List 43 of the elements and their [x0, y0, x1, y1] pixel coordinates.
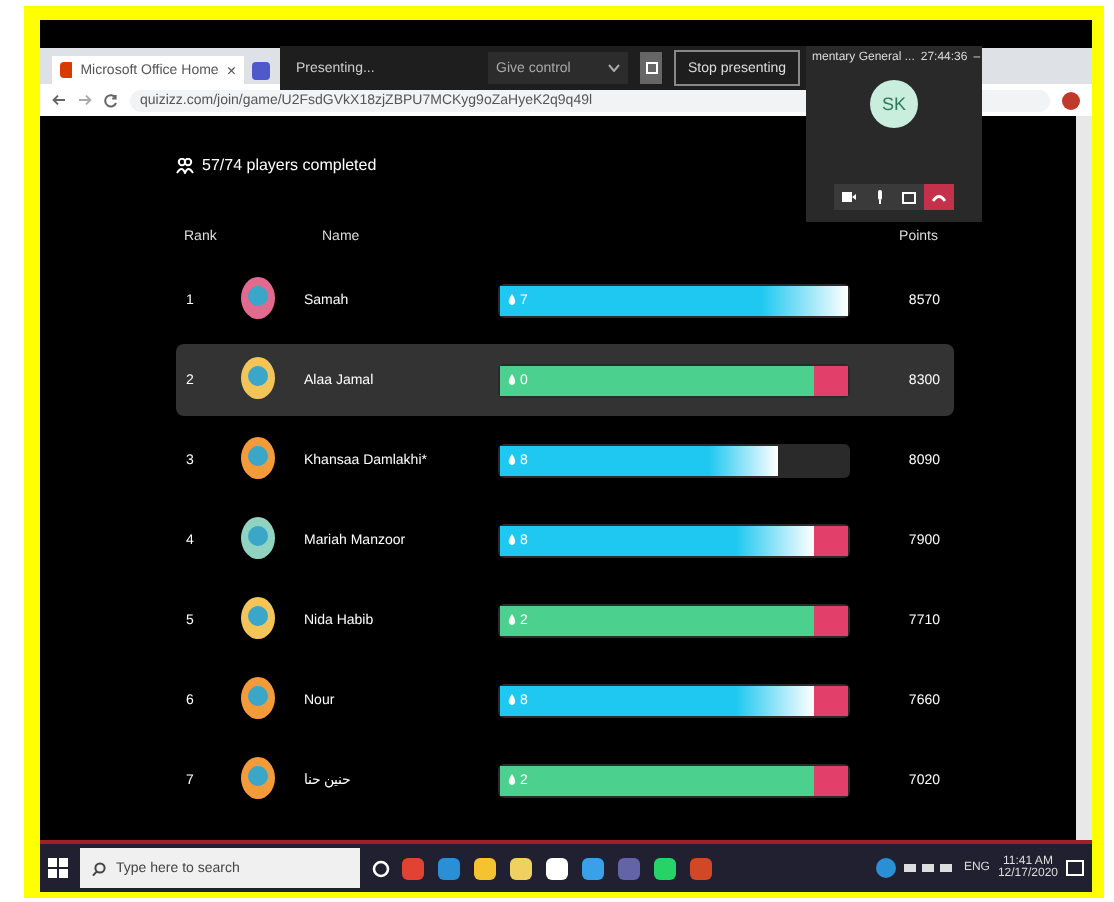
player-avatar-icon [240, 596, 276, 640]
taskbar-app-icon[interactable] [582, 857, 604, 879]
system-tray-icons[interactable] [903, 862, 956, 874]
windows-start-icon[interactable] [48, 858, 68, 878]
taskbar-app-icon[interactable] [510, 857, 532, 879]
player-avatar-icon [240, 676, 276, 720]
players-icon [176, 157, 194, 173]
incorrect-segment [813, 685, 848, 715]
office-logo-icon [60, 62, 73, 78]
search-icon [92, 861, 106, 875]
incorrect-segment [813, 605, 848, 635]
help-icon[interactable] [875, 858, 896, 878]
hang-up-button[interactable] [924, 184, 954, 210]
player-avatar-icon [240, 276, 276, 320]
back-icon[interactable] [52, 94, 66, 106]
player-avatar-icon [240, 516, 276, 560]
microphone-icon [875, 190, 883, 204]
chevron-down-icon [608, 64, 620, 72]
players-completed-text: 57/74 players completed [202, 156, 377, 174]
player-avatar-icon [240, 436, 276, 480]
notification-icon[interactable] [1066, 859, 1084, 877]
incorrect-segment [813, 365, 848, 395]
taskbar-app-icon[interactable] [546, 857, 568, 879]
profile-icon[interactable] [1062, 91, 1080, 109]
screen-icon [902, 191, 916, 203]
reload-icon[interactable] [104, 93, 118, 107]
taskbar-app-icon[interactable] [654, 857, 676, 879]
taskbar-app-icon[interactable] [474, 857, 496, 879]
camera-icon [842, 192, 856, 202]
player-avatar-icon [240, 756, 276, 800]
cortana-icon[interactable] [372, 859, 390, 877]
player-avatar-icon [240, 356, 276, 400]
incorrect-segment [813, 525, 848, 555]
incorrect-segment [813, 765, 848, 795]
phone-icon [932, 193, 946, 201]
close-button[interactable]: × [226, 61, 236, 79]
screen-icon [645, 62, 657, 74]
teams-tab-icon[interactable] [252, 62, 270, 80]
share-button[interactable] [894, 184, 924, 210]
camera-button[interactable] [834, 184, 864, 210]
scrollbar[interactable] [1076, 116, 1092, 840]
screen-button[interactable] [640, 52, 662, 84]
participant-avatar: SK [870, 80, 918, 128]
